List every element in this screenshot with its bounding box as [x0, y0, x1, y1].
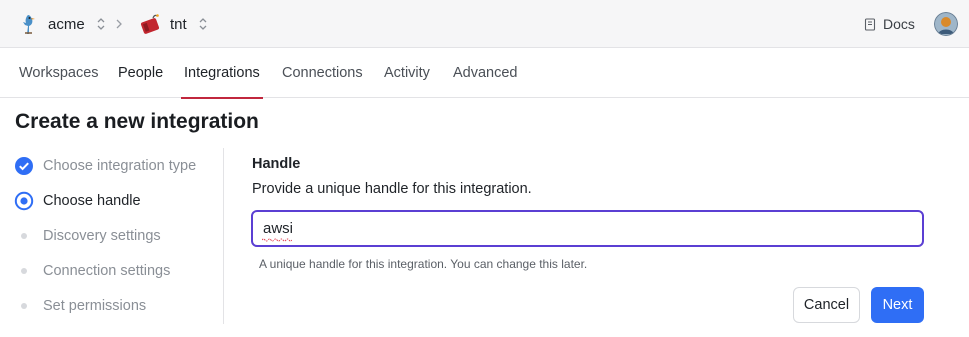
step-set-permissions: Set permissions	[14, 288, 224, 323]
pending-dot-icon	[14, 226, 34, 246]
tab-integrations[interactable]: Integrations	[181, 48, 263, 99]
org-switcher[interactable]: acme	[16, 0, 106, 48]
docs-label: Docs	[883, 16, 915, 32]
top-bar: acme tnt Docs	[0, 0, 969, 48]
stepper-divider	[223, 148, 224, 324]
dynamite-logo-icon	[138, 12, 162, 36]
chevron-up-down-icon	[198, 17, 208, 31]
pending-dot-icon	[14, 296, 34, 316]
step-label: Connection settings	[43, 262, 171, 279]
step-connection-settings: Connection settings	[14, 253, 224, 288]
spellcheck-underline	[262, 238, 292, 242]
chevron-up-down-icon	[96, 17, 106, 31]
tab-activity[interactable]: Activity	[381, 48, 433, 98]
workspace-switcher[interactable]: tnt	[138, 0, 208, 48]
main-tabs: Workspaces People Integrations Connectio…	[0, 48, 969, 99]
next-button[interactable]: Next	[871, 287, 924, 323]
check-circle-icon	[14, 156, 34, 176]
pending-dot-icon	[14, 261, 34, 281]
handle-input[interactable]	[251, 210, 924, 247]
org-name: acme	[48, 15, 85, 33]
step-discovery-settings: Discovery settings	[14, 218, 224, 253]
avatar[interactable]	[934, 12, 958, 36]
tab-connections[interactable]: Connections	[279, 48, 366, 98]
workspace-name: tnt	[170, 15, 187, 33]
tab-people[interactable]: People	[115, 48, 166, 98]
step-label: Discovery settings	[43, 227, 161, 244]
page-title: Create a new integration	[15, 110, 259, 133]
step-label: Choose handle	[43, 192, 141, 209]
handle-description: Provide a unique handle for this integra…	[252, 181, 532, 197]
bird-logo-icon	[16, 12, 40, 36]
chevron-right-icon	[113, 17, 125, 31]
handle-label: Handle	[252, 156, 301, 172]
current-step-icon	[14, 191, 34, 211]
cancel-button[interactable]: Cancel	[793, 287, 860, 323]
step-label: Choose integration type	[43, 157, 197, 174]
docs-link[interactable]: Docs	[864, 0, 915, 48]
handle-hint: A unique handle for this integration. Yo…	[259, 257, 588, 271]
step-choose-integration-type[interactable]: Choose integration type	[14, 148, 224, 183]
tab-advanced[interactable]: Advanced	[450, 48, 521, 98]
step-choose-handle[interactable]: Choose handle	[14, 183, 224, 218]
book-icon	[864, 17, 876, 31]
step-label: Set permissions	[43, 297, 147, 314]
tab-workspaces[interactable]: Workspaces	[16, 48, 102, 98]
